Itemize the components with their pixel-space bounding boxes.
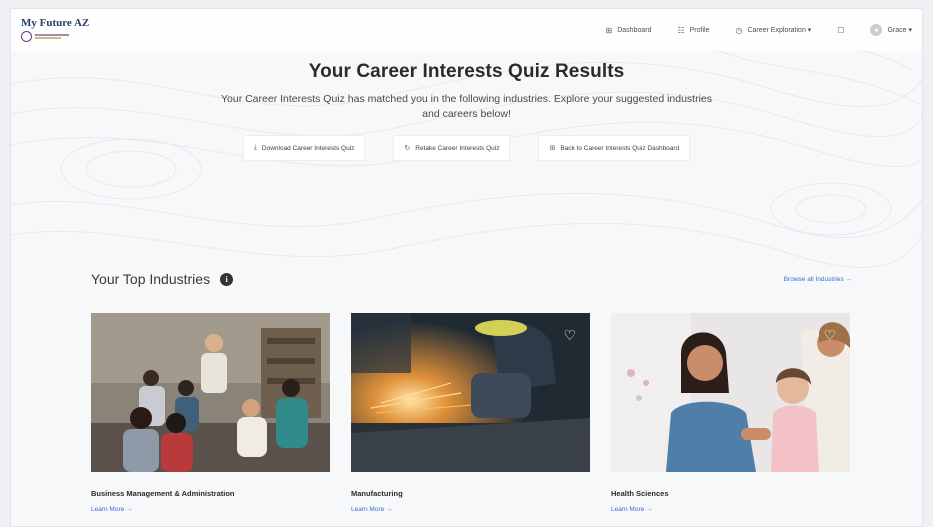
favorite-heart-icon[interactable]: ♡ xyxy=(563,327,576,344)
logo-seal-group xyxy=(21,31,89,42)
industry-card-title: Manufacturing xyxy=(351,489,403,498)
industry-card-title: Business Management & Administration xyxy=(91,489,235,498)
avatar: ● xyxy=(870,24,883,36)
top-industries-header: Your Top Industries i Browse all Industr… xyxy=(91,271,852,287)
retake-quiz-label: Retake Career Interests Quiz xyxy=(415,144,500,152)
download-icon: ⤓ xyxy=(253,144,257,151)
favorite-heart-icon[interactable]: ♡ xyxy=(823,327,836,344)
profile-icon: ☷ xyxy=(677,25,685,35)
nav-saved[interactable]: ☐ xyxy=(837,26,844,35)
quiz-actions: ⤓ Download Career Interests Quiz ↻ Retak… xyxy=(11,135,922,161)
nav-menu: ⊞ Dashboard ☷ Profile ◷ Career Explorati… xyxy=(606,24,912,36)
page-description: Your Career Interests Quiz has matched y… xyxy=(220,93,713,120)
download-quiz-label: Download Career Interests Quiz xyxy=(261,144,355,152)
industry-card-title: Health Sciences xyxy=(611,489,669,498)
nav-dashboard-label: Dashboard xyxy=(617,26,652,34)
nav-profile[interactable]: ☷ Profile xyxy=(677,26,709,35)
grid-icon: ⊞ xyxy=(549,145,556,152)
learn-more-link[interactable]: Learn More → xyxy=(351,506,590,513)
back-to-dashboard-label: Back to Career Interests Quiz Dashboard xyxy=(560,144,680,152)
info-icon[interactable]: i xyxy=(220,272,234,286)
health-sciences-nurse-photo: ♡ xyxy=(611,313,850,472)
manufacturing-welding-photo: ♡ xyxy=(351,313,590,472)
retake-icon: ↻ xyxy=(404,145,411,152)
nav-dashboard[interactable]: ⊞ Dashboard xyxy=(606,26,652,35)
industry-card-health[interactable]: ♡ Health Sciences Learn More → xyxy=(611,313,850,513)
logo-subtitle-graphic xyxy=(35,34,69,39)
user-menu[interactable]: ● Grace ▾ xyxy=(870,24,912,36)
bookmark-icon: ☐ xyxy=(837,25,845,35)
logo-title: My Future AZ xyxy=(21,17,90,29)
nav-profile-label: Profile xyxy=(689,26,710,34)
retake-quiz-button[interactable]: ↻ Retake Career Interests Quiz xyxy=(393,135,511,161)
page: My Future AZ ⊞ Dashboard ☷ Profile ◷ Car… xyxy=(10,8,923,527)
learn-more-link[interactable]: Learn More → xyxy=(611,506,850,513)
nav-career-exploration[interactable]: ◷ Career Exploration ▾ xyxy=(735,26,811,35)
browser-frame: My Future AZ ⊞ Dashboard ☷ Profile ◷ Car… xyxy=(0,0,933,527)
state-seal-icon xyxy=(21,31,32,42)
industry-card-business[interactable]: Business Management & Administration Lea… xyxy=(91,313,330,513)
top-industries-title: Your Top Industries xyxy=(91,271,211,287)
download-quiz-button[interactable]: ⤓ Download Career Interests Quiz xyxy=(242,135,366,161)
back-to-dashboard-button[interactable]: ⊞ Back to Career Interests Quiz Dashboar… xyxy=(538,135,691,161)
my-future-az-logo[interactable]: My Future AZ xyxy=(21,18,89,42)
user-name: Grace ▾ xyxy=(887,27,912,34)
top-navigation-bar: My Future AZ ⊞ Dashboard ☷ Profile ◷ Car… xyxy=(11,9,922,51)
career-icon: ◷ xyxy=(735,25,743,35)
results-hero: Your Career Interests Quiz Results Your … xyxy=(11,51,922,161)
learn-more-link[interactable]: Learn More → xyxy=(91,506,330,513)
nav-career-exploration-label: Career Exploration ▾ xyxy=(747,27,812,34)
page-title: Your Career Interests Quiz Results xyxy=(308,61,625,82)
business-meeting-photo xyxy=(91,313,330,472)
industry-card-manufacturing[interactable]: ♡ Manufacturing Learn More → xyxy=(351,313,590,513)
dashboard-icon: ⊞ xyxy=(605,25,613,35)
browse-all-industries-link[interactable]: Browse all Industries → xyxy=(784,276,852,283)
industry-cards: Business Management & Administration Lea… xyxy=(91,313,850,513)
